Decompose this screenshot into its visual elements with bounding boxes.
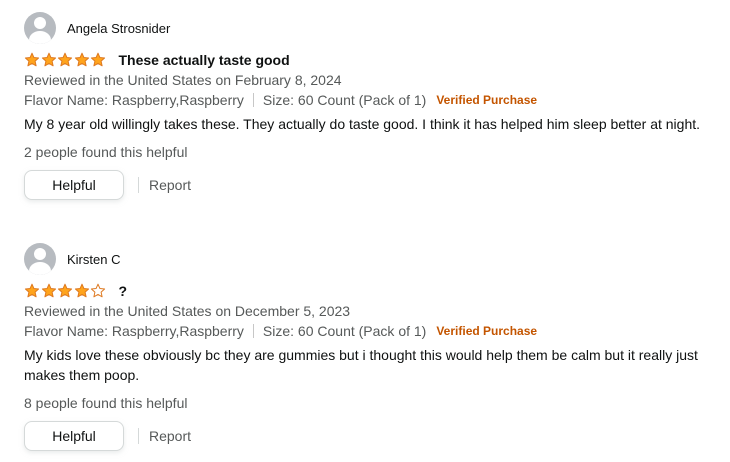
verified-purchase-badge: Verified Purchase — [436, 324, 538, 338]
divider — [138, 428, 139, 444]
review-card: Kirsten C ? Reviewed in the United State… — [24, 243, 714, 451]
reviewer-profile[interactable]: Kirsten C — [24, 243, 714, 275]
divider — [252, 324, 254, 338]
star-filled-icon — [24, 283, 40, 298]
divider — [138, 177, 139, 193]
review-title[interactable]: ? — [119, 283, 128, 299]
reviewer-profile[interactable]: Angela Strosnider — [24, 12, 714, 44]
avatar — [24, 243, 56, 275]
review-date: Reviewed in the United States on Februar… — [24, 72, 342, 88]
star-empty-icon — [90, 283, 106, 298]
star-rating[interactable] — [24, 52, 107, 68]
helpful-count: 2 people found this helpful — [24, 144, 188, 160]
verified-purchase-badge: Verified Purchase — [436, 93, 538, 107]
star-filled-icon — [57, 52, 73, 67]
star-filled-icon — [57, 283, 73, 298]
report-link[interactable]: Report — [149, 428, 191, 444]
avatar — [24, 12, 56, 44]
flavor-name[interactable]: Flavor Name: Raspberry,Raspberry — [24, 90, 244, 110]
star-filled-icon — [90, 52, 106, 67]
star-rating[interactable] — [24, 283, 107, 299]
star-filled-icon — [74, 52, 89, 67]
divider — [252, 93, 254, 107]
reviewer-name: Angela Strosnider — [67, 20, 171, 36]
review-title[interactable]: These actually taste good — [119, 52, 290, 68]
product-format-row: Flavor Name: Raspberry,Raspberry Size: 6… — [24, 90, 714, 110]
review-body: My 8 year old willingly takes these. The… — [24, 116, 701, 132]
helpful-count: 8 people found this helpful — [24, 395, 188, 411]
star-filled-icon — [41, 283, 56, 298]
size-name[interactable]: Size: 60 Count (Pack of 1) — [263, 321, 426, 341]
reviewer-name: Kirsten C — [67, 251, 121, 267]
review-card: Angela Strosnider These actually taste g… — [24, 12, 714, 200]
star-filled-icon — [24, 52, 40, 67]
star-filled-icon — [74, 283, 89, 298]
helpful-button[interactable]: Helpful — [24, 170, 124, 200]
size-name[interactable]: Size: 60 Count (Pack of 1) — [263, 90, 426, 110]
report-link[interactable]: Report — [149, 177, 191, 193]
helpful-button[interactable]: Helpful — [24, 421, 124, 451]
star-filled-icon — [41, 52, 56, 67]
review-date: Reviewed in the United States on Decembe… — [24, 303, 351, 319]
product-format-row: Flavor Name: Raspberry,Raspberry Size: 6… — [24, 321, 714, 341]
flavor-name[interactable]: Flavor Name: Raspberry,Raspberry — [24, 321, 244, 341]
review-body: My kids love these obviously bc they are… — [24, 347, 698, 383]
